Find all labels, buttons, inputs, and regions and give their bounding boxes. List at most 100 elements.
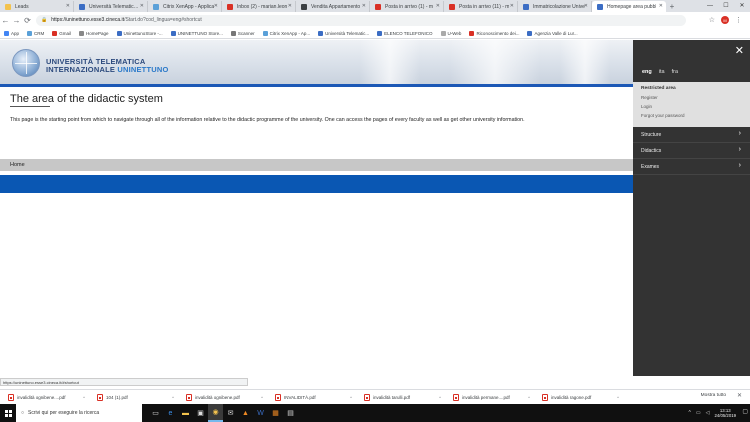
language-eng[interactable]: eng	[642, 69, 652, 75]
download-item[interactable]: invalidità ognibene.pdf ^	[178, 393, 267, 401]
menu-item-exames[interactable]: Exames ›	[633, 159, 750, 175]
browser-tab[interactable]: Vendita Appartamento ✕	[296, 1, 370, 12]
browser-tab[interactable]: Università Telematica Int ✕	[74, 1, 148, 12]
bookmark-item[interactable]: Agenzia Valle di Lur...	[527, 30, 578, 36]
pdf-file-icon	[542, 393, 548, 401]
taskbar-search[interactable]: ○ Scrivi qui per eseguire la ricerca	[16, 404, 142, 422]
bookmark-item[interactable]: ELENCO TELEFONICO	[377, 30, 433, 36]
web-page: UNIVERSITÀ TELEMATICA INTERNAZIONALE UNI…	[0, 40, 633, 376]
back-icon[interactable]: ←	[0, 16, 11, 25]
tab-close-icon[interactable]: ✕	[659, 3, 663, 9]
tab-close-icon[interactable]: ✕	[510, 3, 514, 9]
tab-favicon-icon	[227, 4, 233, 10]
network-icon[interactable]: ▭	[696, 410, 701, 416]
task-view-icon[interactable]: ▭	[148, 404, 163, 422]
tab-label: Leads	[15, 3, 29, 10]
browser-tab[interactable]: Inbox (2) - marian.leon ✕	[222, 1, 296, 12]
download-item[interactable]: invalidità tarulli.pdf ^	[356, 393, 445, 401]
bookmark-item[interactable]: UninettunoStore -...	[116, 30, 163, 36]
bookmark-item[interactable]: Scanner	[230, 30, 255, 36]
chevron-up-icon[interactable]: ^	[439, 395, 441, 400]
minimize-button[interactable]: —	[702, 0, 718, 11]
language-ita[interactable]: ita	[659, 69, 665, 75]
bookmark-favicon-icon	[440, 30, 446, 36]
chevron-up-icon[interactable]: ^	[689, 410, 691, 416]
chrome-icon[interactable]: ◉	[208, 404, 223, 422]
forward-icon[interactable]: →	[11, 16, 22, 25]
notification-icon[interactable]: ▢	[742, 408, 748, 415]
tab-close-icon[interactable]: ✕	[288, 3, 292, 9]
chevron-up-icon[interactable]: ^	[261, 395, 263, 400]
browser-tab[interactable]: Posta in arrivo (11) - m ✕	[444, 1, 518, 12]
bookmark-item[interactable]: Citrix XenApp - Ap...	[262, 30, 310, 36]
download-item[interactable]: INVALIDITÀ.pdf ^	[267, 393, 356, 401]
volume-icon[interactable]: ◁	[706, 410, 710, 416]
pinned-app-icon[interactable]: ▦	[268, 404, 283, 422]
bookmark-item[interactable]: Gmail	[52, 30, 71, 36]
language-fra[interactable]: fra	[672, 69, 678, 75]
pinned-app-icon[interactable]: ▤	[283, 404, 298, 422]
chevron-right-icon: ›	[738, 130, 741, 137]
chevron-up-icon[interactable]: ^	[350, 395, 352, 400]
bookmark-item[interactable]: UNINETTUNO Store...	[170, 30, 223, 36]
tab-close-icon[interactable]: ✕	[362, 3, 366, 9]
globe-logo-icon[interactable]	[12, 49, 40, 77]
download-item[interactable]: invalidità ragone.pdf ^	[534, 393, 623, 401]
store-icon[interactable]: ▣	[193, 404, 208, 422]
forgot-password-link[interactable]: Forgot your password	[641, 113, 742, 118]
browser-tab[interactable]: Leads ✕	[0, 1, 74, 12]
bookmark-favicon-icon	[170, 30, 176, 36]
bookmark-item[interactable]: HomePage	[79, 30, 109, 36]
bookmark-item[interactable]: App	[4, 30, 19, 36]
bookmark-item[interactable]: Riconoscimento dei...	[469, 30, 519, 36]
close-menu-icon[interactable]: ✕	[735, 44, 744, 57]
pdf-file-icon	[186, 393, 192, 401]
university-logo-text[interactable]: UNIVERSITÀ TELEMATICA INTERNAZIONALE UNI…	[46, 58, 169, 74]
show-all-downloads-button[interactable]: Mostra tutto	[701, 393, 726, 398]
tab-close-icon[interactable]: ✕	[436, 3, 440, 9]
login-link[interactable]: Login	[641, 104, 742, 109]
bookmark-item[interactable]: Università Telematic...	[318, 30, 369, 36]
browser-tab[interactable]: Immatricolazione Unive ✕	[518, 1, 592, 12]
tab-close-icon[interactable]: ✕	[584, 3, 588, 9]
address-bar[interactable]: 🔒 https://uninettuno.esse3.cineca.it/Sta…	[36, 14, 686, 26]
menu-kebab-icon[interactable]: ⋮	[735, 16, 742, 24]
tab-close-icon[interactable]: ✕	[140, 3, 144, 9]
chevron-up-icon[interactable]: ^	[528, 395, 530, 400]
bookmark-item[interactable]: U-Web	[440, 30, 461, 36]
vlc-icon[interactable]: ▲	[238, 404, 253, 422]
avatar[interactable]: M	[721, 16, 729, 24]
word-icon[interactable]: W	[253, 404, 268, 422]
reload-icon[interactable]: ⟳	[22, 16, 33, 25]
edge-icon[interactable]: e	[163, 404, 178, 422]
browser-tab[interactable]: Homepage area pubbl ✕	[592, 1, 666, 12]
tab-close-icon[interactable]: ✕	[214, 3, 218, 9]
bookmark-star-icon[interactable]: ☆	[709, 16, 715, 24]
breadcrumb-home[interactable]: Home	[10, 162, 25, 168]
taskbar-clock[interactable]: 13:13 24/05/2019	[714, 408, 736, 418]
tab-favicon-icon	[301, 4, 307, 10]
chevron-up-icon[interactable]: ^	[172, 395, 174, 400]
file-explorer-icon[interactable]: ▬	[178, 404, 193, 422]
mail-icon[interactable]: ✉	[223, 404, 238, 422]
chevron-up-icon[interactable]: ^	[617, 395, 619, 400]
download-item[interactable]: invalidità permane....pdf ^	[445, 393, 534, 401]
menu-item-didactics[interactable]: Didactics ›	[633, 143, 750, 159]
close-window-button[interactable]: ✕	[734, 0, 750, 11]
register-link[interactable]: Register	[641, 95, 742, 100]
bookmark-item[interactable]: CRM	[27, 30, 44, 36]
tab-close-icon[interactable]: ✕	[66, 3, 70, 9]
chevron-right-icon: ›	[738, 162, 741, 169]
browser-tab[interactable]: Posta in arrivo (1) - m ✕	[370, 1, 444, 12]
windows-start-icon[interactable]	[0, 404, 16, 422]
new-tab-button[interactable]: +	[666, 1, 678, 12]
close-shelf-icon[interactable]: ✕	[737, 392, 742, 399]
breadcrumb: Home	[0, 159, 633, 171]
chevron-up-icon[interactable]: ^	[83, 395, 85, 400]
maximize-button[interactable]: ☐	[718, 0, 734, 11]
menu-item-structure[interactable]: Structure ›	[633, 127, 750, 143]
download-item[interactable]: 104 (1).pdf ^	[89, 393, 178, 401]
browser-tab[interactable]: Citrix XenApp - Applica ✕	[148, 1, 222, 12]
tab-label: Inbox (2) - marian.leon	[237, 3, 288, 10]
download-item[interactable]: invalidità ognibene....pdf ^	[0, 393, 89, 401]
